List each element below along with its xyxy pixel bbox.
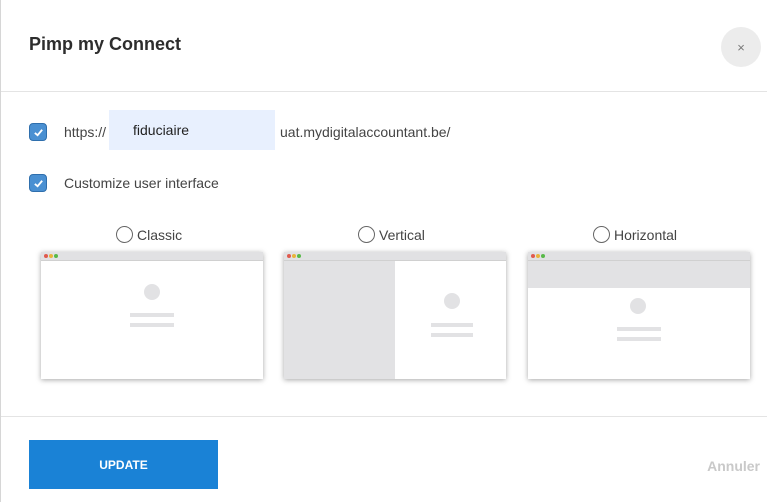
radio-button[interactable]	[358, 226, 375, 243]
text-placeholder	[431, 333, 473, 337]
text-placeholder	[617, 327, 661, 331]
customize-checkbox[interactable]	[29, 174, 47, 192]
close-icon: ×	[737, 39, 745, 55]
horizontal-preview[interactable]	[528, 252, 750, 379]
layout-option-vertical[interactable]: Vertical	[358, 226, 425, 243]
sidebar-placeholder	[284, 261, 395, 379]
window-titlebar	[284, 252, 506, 261]
topbar-placeholder	[528, 261, 750, 288]
window-controls-icon	[287, 254, 301, 258]
url-suffix: uat.mydigitalaccountant.be/	[280, 124, 451, 140]
customize-label: Customize user interface	[64, 175, 219, 191]
layout-label: Horizontal	[614, 226, 678, 243]
text-placeholder	[130, 313, 174, 317]
checkmark-icon	[33, 128, 43, 137]
dialog-title: Pimp my Connect	[29, 34, 182, 54]
radio-button[interactable]	[593, 226, 610, 243]
avatar-placeholder-icon	[630, 298, 646, 314]
window-controls-icon	[44, 254, 58, 258]
subdomain-input[interactable]	[109, 110, 275, 150]
layout-option-horizontal[interactable]: Horizontal	[593, 226, 677, 243]
layout-label: Classic	[137, 226, 183, 243]
dialog-header: Pimp my Connect ×	[1, 0, 767, 92]
layout-label: Vertical	[379, 226, 425, 243]
close-button[interactable]: ×	[721, 27, 761, 67]
radio-button[interactable]	[116, 226, 133, 243]
dialog-footer: UPDATE Annuler	[1, 416, 767, 502]
window-titlebar	[41, 252, 263, 261]
text-placeholder	[431, 323, 473, 327]
update-button[interactable]: UPDATE	[29, 440, 218, 489]
text-placeholder	[617, 337, 661, 341]
layout-option-classic[interactable]: Classic	[116, 226, 182, 243]
text-placeholder	[130, 323, 174, 327]
pimp-dialog: Pimp my Connect × https:// uat.mydigital…	[0, 0, 767, 502]
checkmark-icon	[33, 179, 43, 188]
vertical-preview[interactable]	[284, 252, 506, 379]
url-checkbox[interactable]	[29, 123, 47, 141]
window-controls-icon	[531, 254, 545, 258]
cancel-button[interactable]: Annuler	[707, 458, 760, 474]
avatar-placeholder-icon	[144, 284, 160, 300]
window-titlebar	[528, 252, 750, 261]
avatar-placeholder-icon	[444, 293, 460, 309]
url-prefix: https://	[64, 124, 107, 140]
classic-preview[interactable]	[41, 252, 263, 379]
